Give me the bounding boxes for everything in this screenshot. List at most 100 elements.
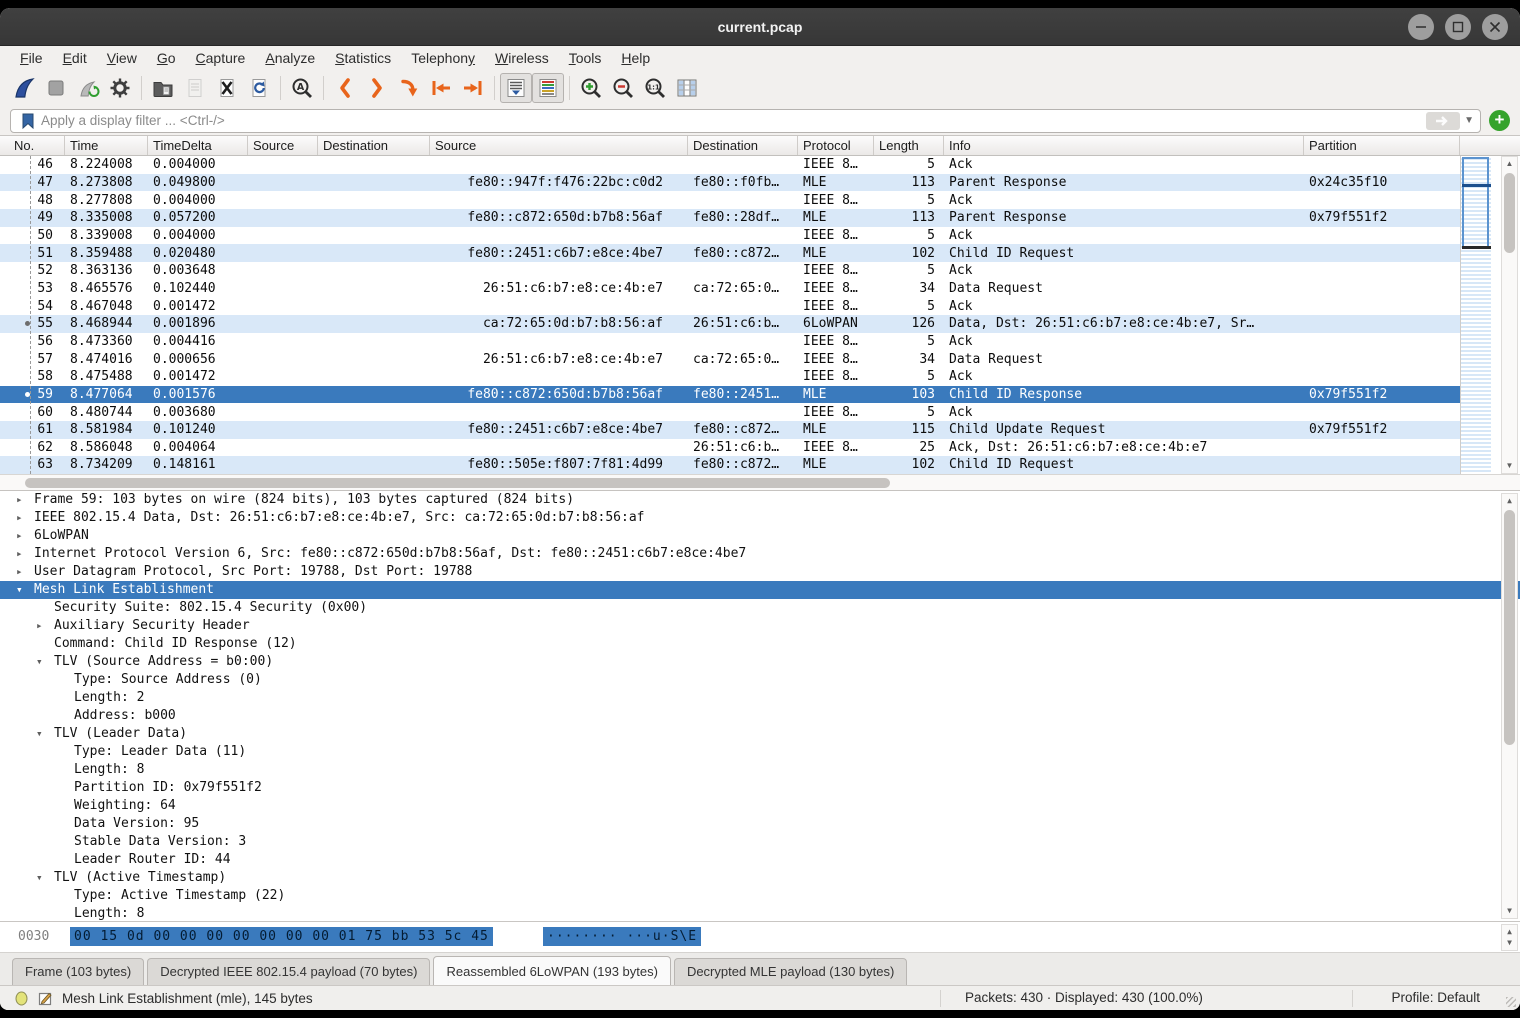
go-last-button[interactable] (457, 73, 489, 103)
detail-line[interactable]: ▾TLV (Source Address = b0:00) (0, 653, 1520, 671)
packet-row-61[interactable]: 618.5819840.101240fe80::2451:c6b7:e8ce:4… (0, 421, 1460, 439)
zoom-original-button[interactable]: 1:1 (639, 73, 671, 103)
byte-tab-0[interactable]: Frame (103 bytes) (12, 958, 144, 985)
packet-row-56[interactable]: 568.4733600.004416IEEE 8…5Ack (0, 333, 1460, 351)
hex-ascii[interactable]: ········ ···u·S\E (543, 927, 701, 946)
detail-line[interactable]: Data Version: 95 (0, 815, 1520, 833)
capture-options-button[interactable] (104, 73, 136, 103)
expanded-arrow-icon[interactable]: ▾ (16, 581, 23, 599)
scroll-up-icon[interactable]: ▲ (1502, 157, 1517, 171)
menu-capture[interactable]: Capture (186, 48, 256, 68)
minimize-button[interactable] (1408, 14, 1434, 40)
detail-line[interactable]: Command: Child ID Response (12) (0, 635, 1520, 653)
menu-statistics[interactable]: Statistics (325, 48, 401, 68)
detail-line[interactable]: Stable Data Version: 3 (0, 833, 1520, 851)
resize-grip[interactable] (1506, 997, 1516, 1007)
detail-line[interactable]: ▸Auxiliary Security Header (0, 617, 1520, 635)
capture-comment-icon[interactable] (38, 991, 53, 1006)
expanded-arrow-icon[interactable]: ▾ (36, 725, 43, 743)
resize-columns-button[interactable] (671, 73, 703, 103)
column-header-source-5[interactable]: Source (430, 136, 688, 155)
collapsed-arrow-icon[interactable]: ▸ (16, 527, 23, 545)
collapsed-arrow-icon[interactable]: ▸ (16, 563, 23, 581)
stop-capture-button[interactable] (40, 73, 72, 103)
packet-row-55[interactable]: 558.4689440.001896ca:72:65:0d:b7:b8:56:a… (0, 315, 1460, 333)
menu-view[interactable]: View (97, 48, 147, 68)
column-header-no-0[interactable]: No. (0, 136, 65, 155)
packet-list-scrollbar[interactable]: ▲ ▼ (1501, 156, 1518, 474)
detail-line[interactable]: ▸IEEE 802.15.4 Data, Dst: 26:51:c6:b7:e8… (0, 509, 1520, 527)
close-file-button[interactable] (211, 73, 243, 103)
menu-file[interactable]: File (10, 48, 53, 68)
bytes-scrollbar[interactable]: ▲ ▼ (1501, 924, 1518, 951)
detail-scrollbar[interactable]: ▲ ▼ (1501, 493, 1518, 919)
packet-row-63[interactable]: 638.7342090.148161fe80::505e:f807:7f81:4… (0, 456, 1460, 474)
add-filter-button[interactable]: + (1489, 110, 1510, 131)
byte-tab-3[interactable]: Decrypted MLE payload (130 bytes) (674, 958, 907, 985)
colorize-button[interactable] (532, 73, 564, 103)
detail-scroll-thumb[interactable] (1504, 510, 1515, 745)
status-profile[interactable]: Profile: Default (1391, 990, 1480, 1005)
packet-list-scroll-thumb[interactable] (1504, 173, 1515, 253)
go-previous-button[interactable] (329, 73, 361, 103)
bytes-scroll-down-icon[interactable]: ▼ (1502, 936, 1517, 950)
collapsed-arrow-icon[interactable]: ▸ (16, 491, 23, 509)
packet-row-49[interactable]: 498.3350080.057200fe80::c872:650d:b7b8:5… (0, 209, 1460, 227)
expert-info-icon[interactable] (14, 991, 29, 1006)
byte-tab-1[interactable]: Decrypted IEEE 802.15.4 payload (70 byte… (147, 958, 430, 985)
detail-line[interactable]: Length: 8 (0, 905, 1520, 921)
auto-scroll-button[interactable] (500, 73, 532, 103)
column-header-partition-10[interactable]: Partition (1304, 136, 1460, 155)
detail-line[interactable]: ▾TLV (Active Timestamp) (0, 869, 1520, 887)
detail-line[interactable]: Weighting: 64 (0, 797, 1520, 815)
detail-line[interactable]: ▸User Datagram Protocol, Src Port: 19788… (0, 563, 1520, 581)
display-filter-input[interactable]: Apply a display filter ... <Ctrl-/> ▼ (10, 109, 1481, 133)
packet-list-hscrollbar[interactable] (0, 474, 1520, 491)
column-header-protocol-7[interactable]: Protocol (798, 136, 874, 155)
packet-minimap[interactable] (1460, 156, 1491, 474)
collapsed-arrow-icon[interactable]: ▸ (36, 617, 43, 635)
detail-line[interactable]: Length: 2 (0, 689, 1520, 707)
scroll-down-icon[interactable]: ▼ (1502, 459, 1517, 473)
packet-row-51[interactable]: 518.3594880.020480fe80::2451:c6b7:e8ce:4… (0, 244, 1460, 262)
menu-wireless[interactable]: Wireless (485, 48, 559, 68)
packet-row-46[interactable]: 468.2240080.004000IEEE 8…5Ack (0, 156, 1460, 174)
packet-row-48[interactable]: 488.2778080.004000IEEE 8…5Ack (0, 191, 1460, 209)
open-file-button[interactable] (147, 73, 179, 103)
save-file-button[interactable] (179, 73, 211, 103)
menu-telephony[interactable]: Telephony (401, 48, 485, 68)
filter-dropdown-caret[interactable]: ▼ (1464, 115, 1474, 126)
title-bar[interactable]: current.pcap (0, 8, 1520, 46)
expanded-arrow-icon[interactable]: ▾ (36, 869, 43, 887)
packet-row-50[interactable]: 508.3390080.004000IEEE 8…5Ack (0, 227, 1460, 245)
reload-file-button[interactable] (243, 73, 275, 103)
filter-bookmark-icon[interactable] (19, 112, 37, 130)
go-first-button[interactable] (425, 73, 457, 103)
packet-row-54[interactable]: 548.4670480.001472IEEE 8…5Ack (0, 297, 1460, 315)
byte-tab-2[interactable]: Reassembled 6LoWPAN (193 bytes) (433, 956, 670, 985)
menu-help[interactable]: Help (611, 48, 660, 68)
restart-capture-button[interactable] (72, 73, 104, 103)
maximize-button[interactable] (1445, 14, 1471, 40)
detail-scroll-up-icon[interactable]: ▲ (1502, 494, 1517, 508)
menu-go[interactable]: Go (147, 48, 186, 68)
detail-line[interactable]: Partition ID: 0x79f551f2 (0, 779, 1520, 797)
column-header-time-1[interactable]: Time (65, 136, 148, 155)
packet-row-60[interactable]: 608.4807440.003680IEEE 8…5Ack (0, 403, 1460, 421)
column-header-destination-4[interactable]: Destination (318, 136, 430, 155)
menu-analyze[interactable]: Analyze (255, 48, 325, 68)
collapsed-arrow-icon[interactable]: ▸ (16, 509, 23, 527)
menu-tools[interactable]: Tools (559, 48, 612, 68)
detail-line[interactable]: ▸Frame 59: 103 bytes on wire (824 bits),… (0, 491, 1520, 509)
go-to-packet-button[interactable] (393, 73, 425, 103)
zoom-in-button[interactable] (575, 73, 607, 103)
packet-row-59[interactable]: 598.4770640.001576fe80::c872:650d:b7b8:5… (0, 386, 1460, 404)
column-header-length-8[interactable]: Length (874, 136, 944, 155)
expanded-arrow-icon[interactable]: ▾ (36, 653, 43, 671)
start-capture-button[interactable] (8, 73, 40, 103)
close-button[interactable] (1482, 14, 1508, 40)
apply-filter-button[interactable] (1426, 112, 1460, 130)
column-header-info-9[interactable]: Info (944, 136, 1304, 155)
packet-row-62[interactable]: 628.5860480.00406426:51:c6:b…IEEE 8…25Ac… (0, 439, 1460, 457)
detail-line[interactable]: Type: Source Address (0) (0, 671, 1520, 689)
